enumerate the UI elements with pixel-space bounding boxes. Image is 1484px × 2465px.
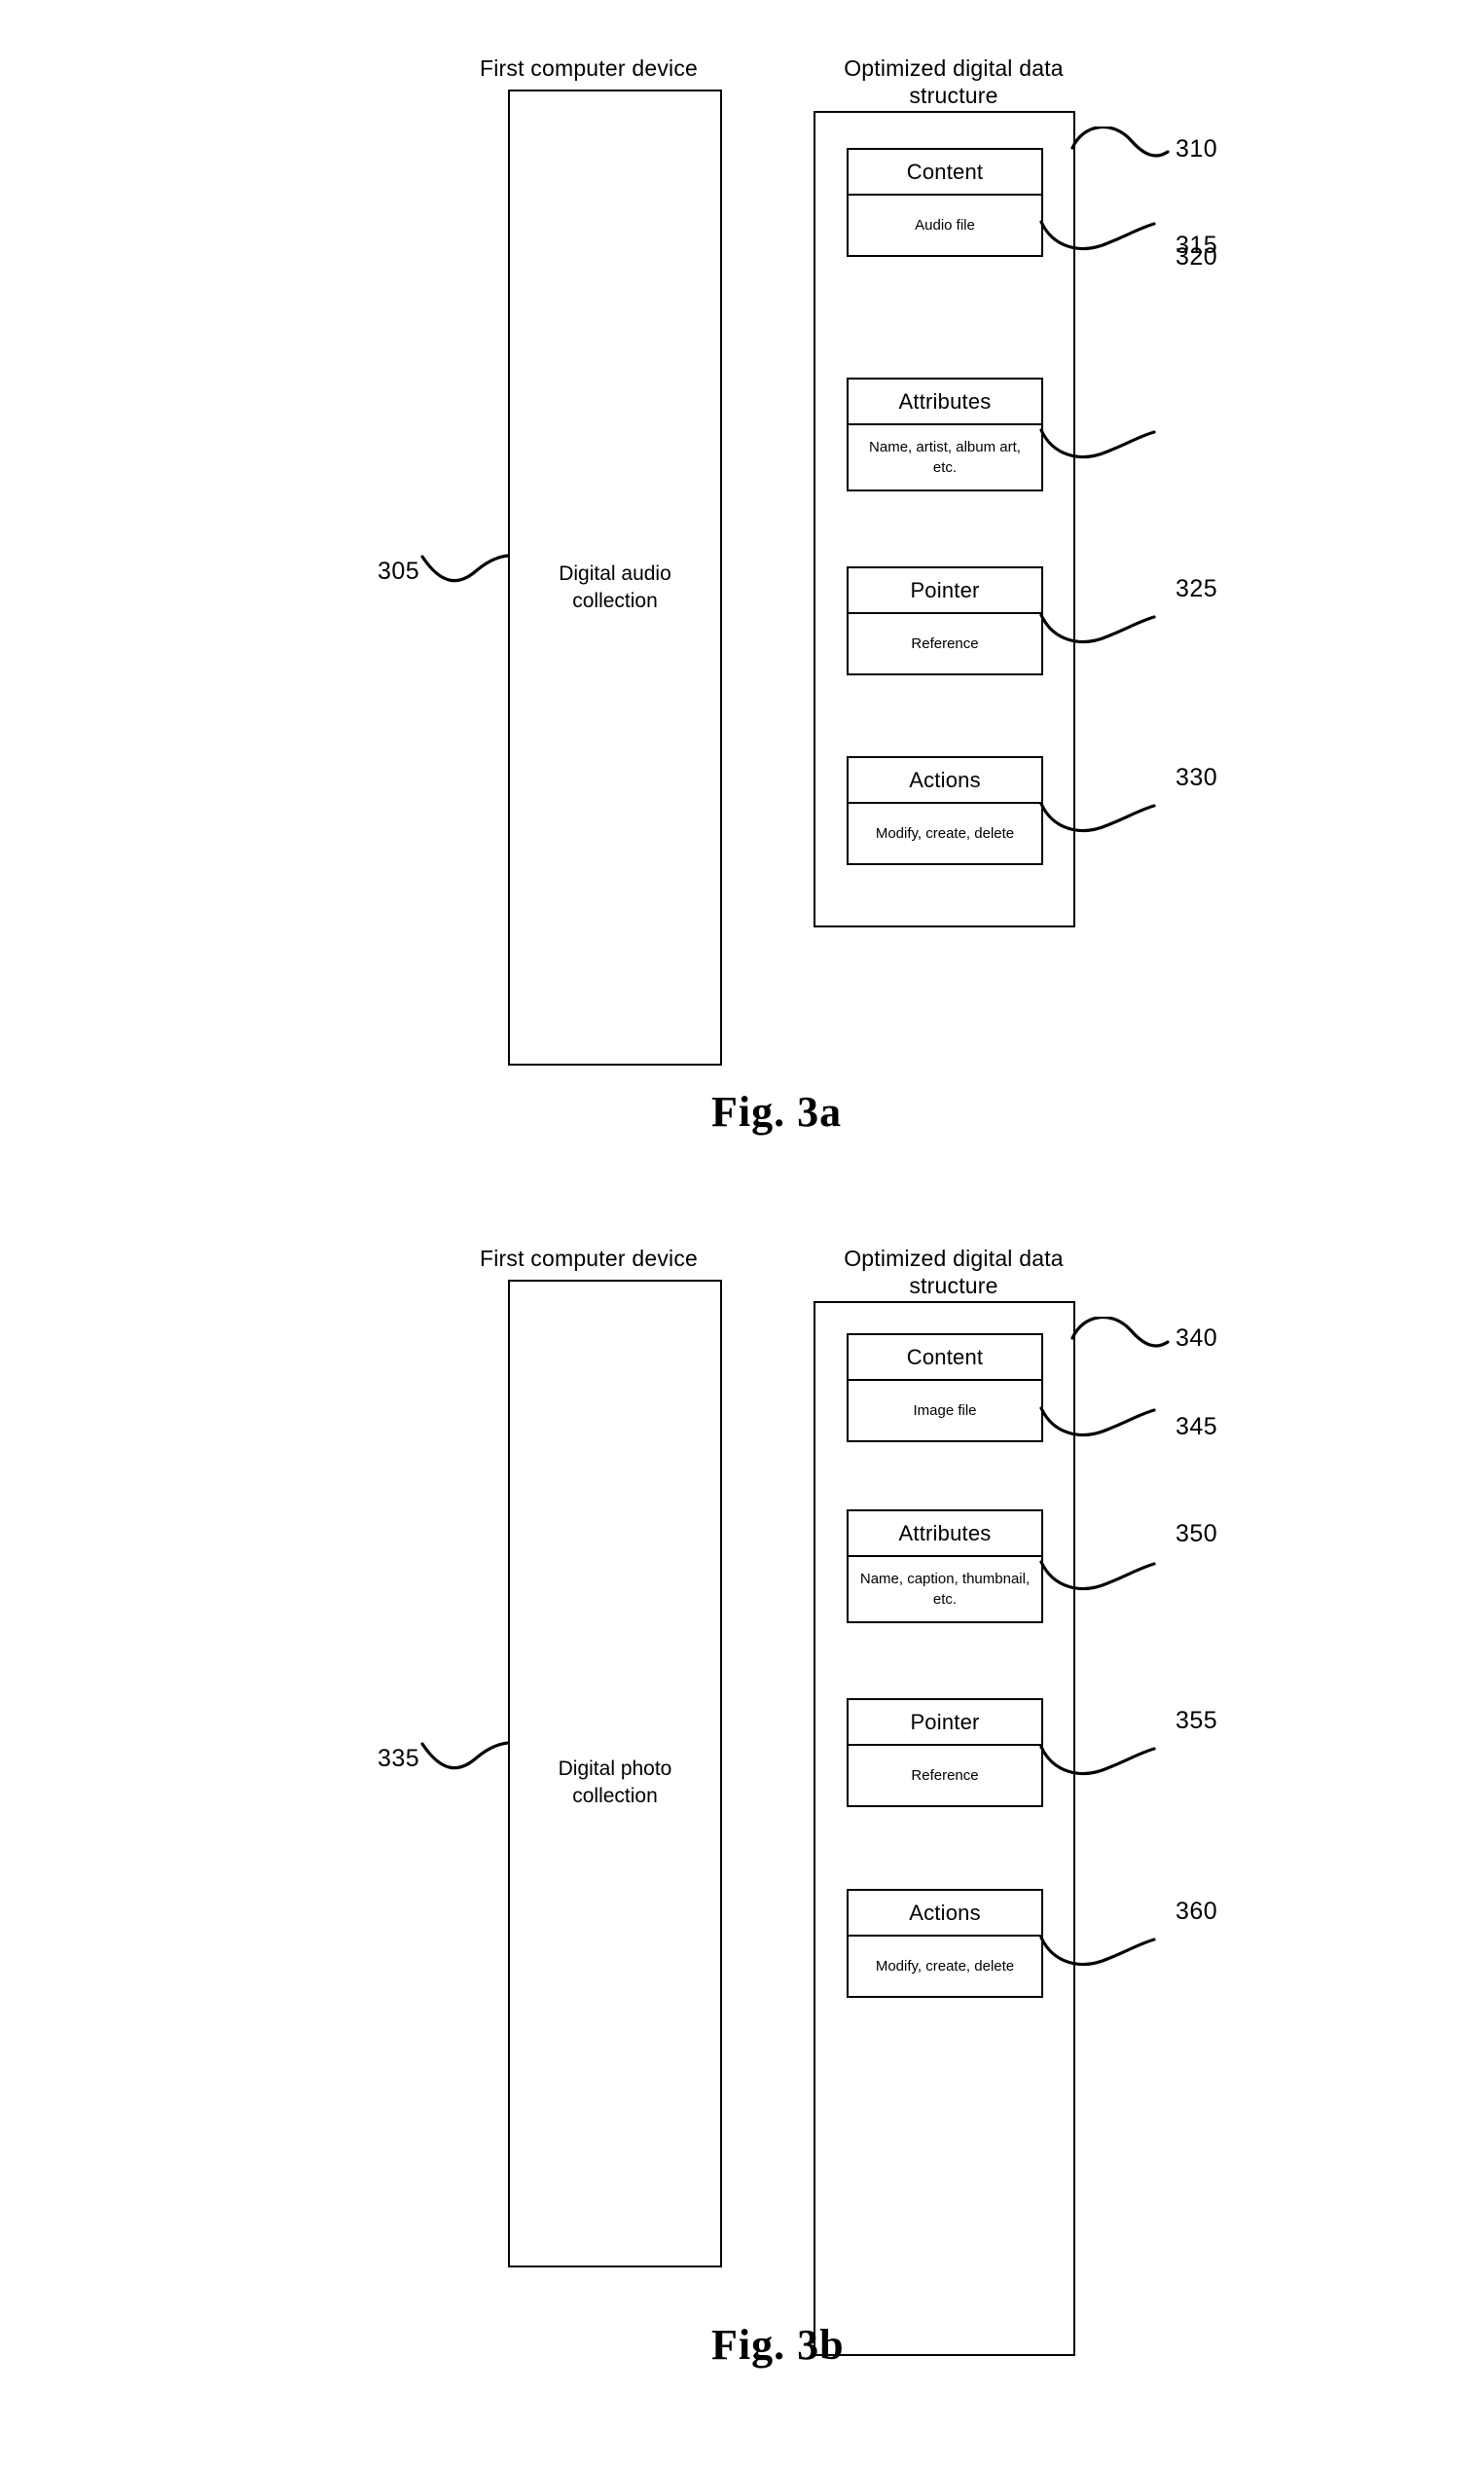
fig3b-leader-335	[420, 1741, 510, 1770]
fig3a-structure-header-line1: Optimized digital data	[844, 55, 1064, 81]
fig3a-device-label-line2: collection	[572, 590, 658, 612]
figure-3a: First computer device Optimized digital …	[0, 0, 1484, 1168]
fig3a-field-actions: Actions Modify, create, delete	[847, 756, 1043, 865]
fig3a-caption: Fig. 3a	[711, 1088, 843, 1136]
fig3a-field-content-title: Content	[849, 150, 1041, 196]
fig3b-field-pointer-value: Reference	[911, 1767, 979, 1784]
fig3a-device-label-line1: Digital audio	[559, 562, 671, 585]
fig3b-device-label-line1: Digital photo	[558, 1758, 672, 1780]
fig3b-ref-360: 360	[1176, 1898, 1218, 1925]
fig3a-field-pointer-title: Pointer	[849, 568, 1041, 614]
fig3a-structure-header-line2: structure	[909, 83, 998, 108]
fig3a-device-box: Digital audio collection	[508, 90, 722, 1066]
fig3b-ref-345: 345	[1176, 1413, 1218, 1440]
fig3b-field-actions-value: Modify, create, delete	[875, 1958, 1015, 1975]
fig3a-field-content-value: Audio file	[915, 217, 975, 234]
fig3a-field-pointer-value: Reference	[911, 635, 979, 652]
fig3b-device-header: First computer device	[479, 1246, 699, 1271]
fig3a-field-attributes-title: Attributes	[849, 380, 1041, 425]
fig3b-ref-355: 355	[1176, 1707, 1218, 1734]
fig3a-device-header: First computer device	[479, 55, 699, 81]
fig3b-field-actions-title: Actions	[849, 1891, 1041, 1937]
fig3b-device-box: Digital photo collection	[508, 1280, 722, 2267]
fig3b-caption: Fig. 3b	[711, 2321, 845, 2369]
fig3b-structure-header-line1: Optimized digital data	[844, 1246, 1064, 1271]
fig3a-field-actions-title: Actions	[849, 758, 1041, 804]
fig3b-field-actions: Actions Modify, create, delete	[847, 1889, 1043, 1998]
fig3a-ref-320: 320	[1176, 243, 1218, 271]
fig3a-field-attributes: Attributes Name, artist, album art, etc.	[847, 378, 1043, 491]
fig3a-ref-305: 305	[378, 558, 420, 585]
fig3a-field-attributes-value: Name, artist, album art, etc.	[869, 439, 1021, 476]
fig3b-structure-header-line2: structure	[909, 1273, 998, 1298]
fig3a-ref-330: 330	[1176, 764, 1218, 791]
fig3b-field-pointer-title: Pointer	[849, 1700, 1041, 1746]
fig3a-field-content: Content Audio file	[847, 148, 1043, 257]
fig3a-ref-310: 310	[1176, 135, 1218, 163]
fig3b-field-pointer: Pointer Reference	[847, 1698, 1043, 1807]
fig3b-field-content-value: Image file	[913, 1402, 977, 1419]
fig3a-field-pointer: Pointer Reference	[847, 566, 1043, 675]
fig3b-field-content: Content Image file	[847, 1333, 1043, 1442]
fig3a-leader-305	[420, 554, 510, 583]
fig3a-ref-325: 325	[1176, 575, 1218, 602]
fig3b-device-label-line2: collection	[572, 1785, 658, 1807]
fig3b-ref-350: 350	[1176, 1520, 1218, 1547]
fig3a-field-actions-value: Modify, create, delete	[875, 825, 1015, 842]
fig3b-field-attributes-title: Attributes	[849, 1511, 1041, 1557]
fig3b-ref-335: 335	[378, 1745, 420, 1772]
fig3b-structure-box	[814, 1301, 1075, 2356]
fig3b-leader-340	[1070, 1317, 1170, 1348]
fig3b-field-attributes-value: Name, caption, thumbnail, etc.	[859, 1571, 1031, 1608]
fig3b-field-attributes: Attributes Name, caption, thumbnail, etc…	[847, 1509, 1043, 1623]
figure-3b: First computer device Optimized digital …	[0, 1192, 1484, 2465]
fig3a-leader-310	[1070, 127, 1170, 158]
fig3b-ref-340: 340	[1176, 1324, 1218, 1352]
fig3b-field-content-title: Content	[849, 1335, 1041, 1381]
